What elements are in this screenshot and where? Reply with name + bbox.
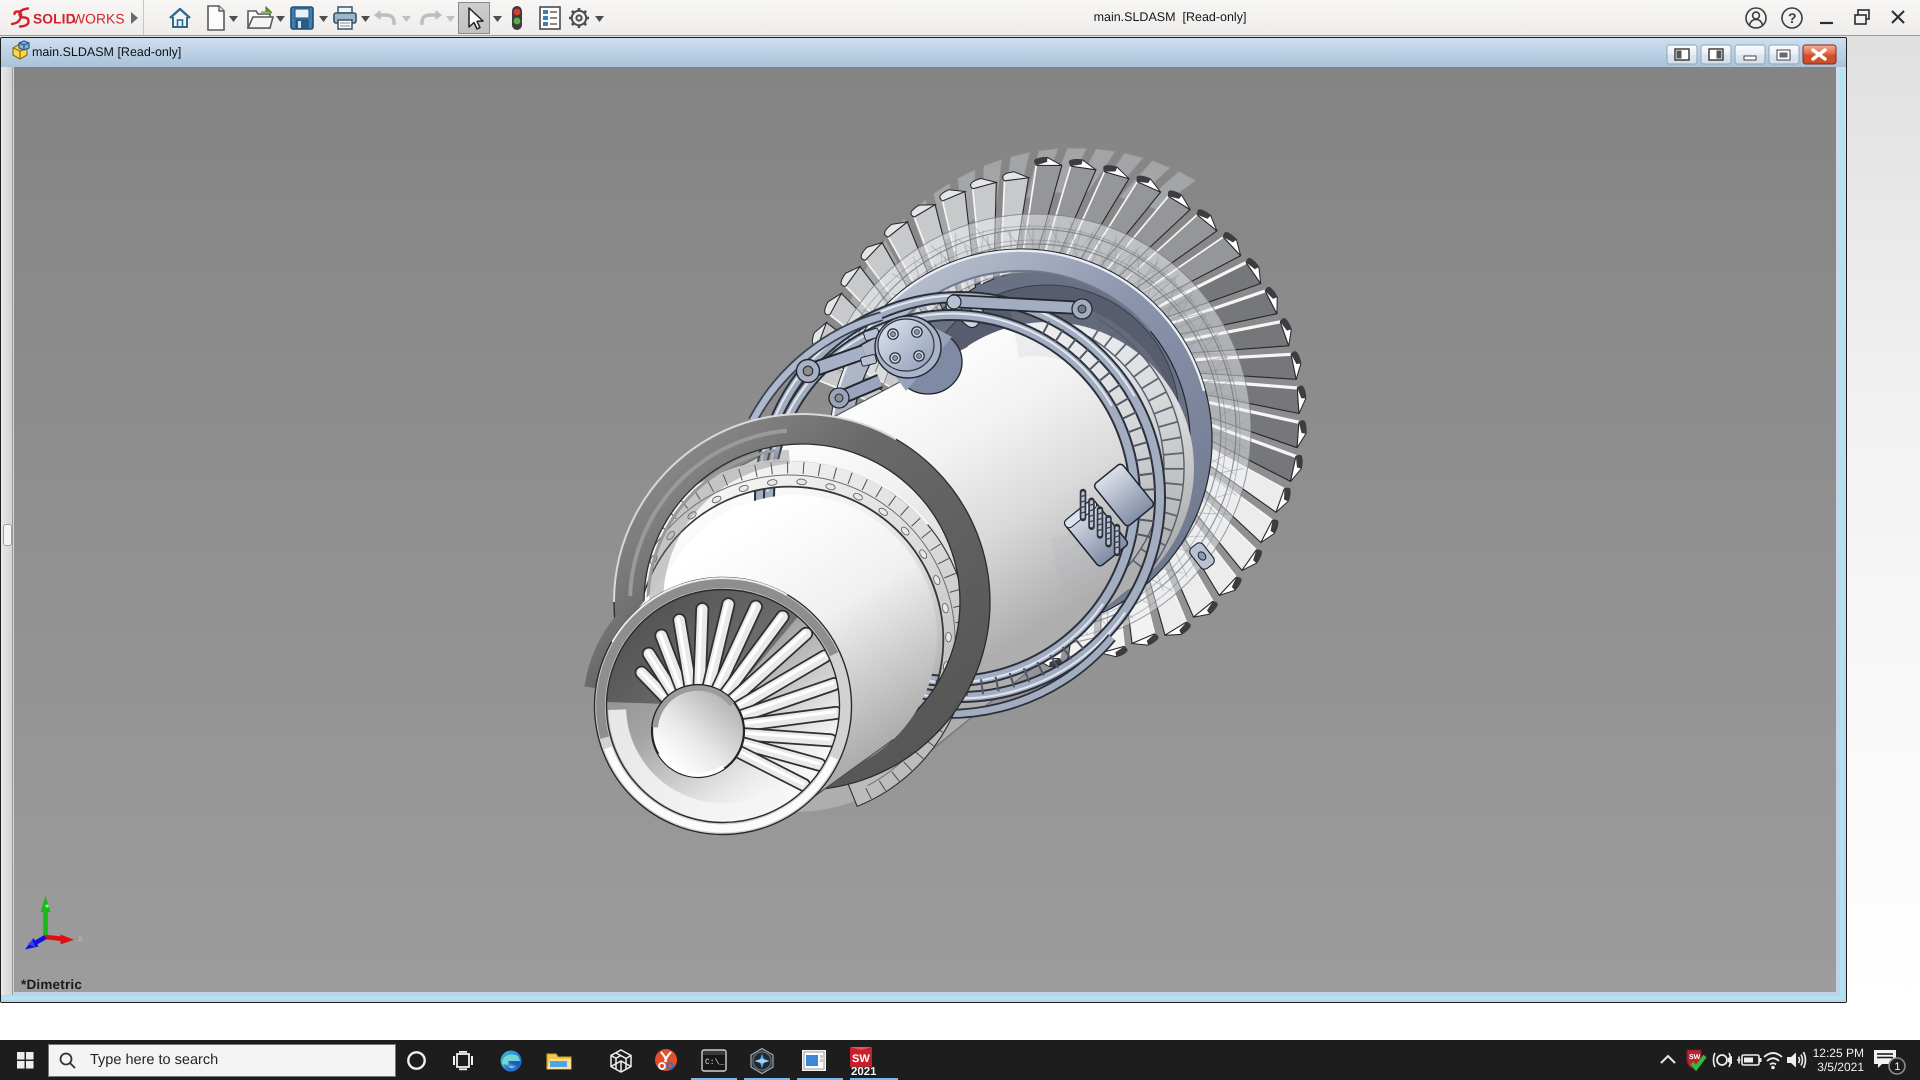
svg-text:*Dimetric: *Dimetric	[21, 977, 82, 992]
svg-text:SW: SW	[1689, 1054, 1701, 1061]
svg-text:SOLID: SOLID	[33, 12, 76, 27]
svg-text:SW: SW	[852, 1053, 870, 1065]
svg-text:2021: 2021	[851, 1066, 877, 1077]
svg-text:?: ?	[1788, 10, 1797, 26]
svg-text:1: 1	[1894, 1061, 1900, 1073]
svg-text:WORKS: WORKS	[72, 12, 125, 27]
svg-text:C:\_: C:\_	[705, 1058, 724, 1067]
svg-text:x: x	[78, 933, 83, 944]
